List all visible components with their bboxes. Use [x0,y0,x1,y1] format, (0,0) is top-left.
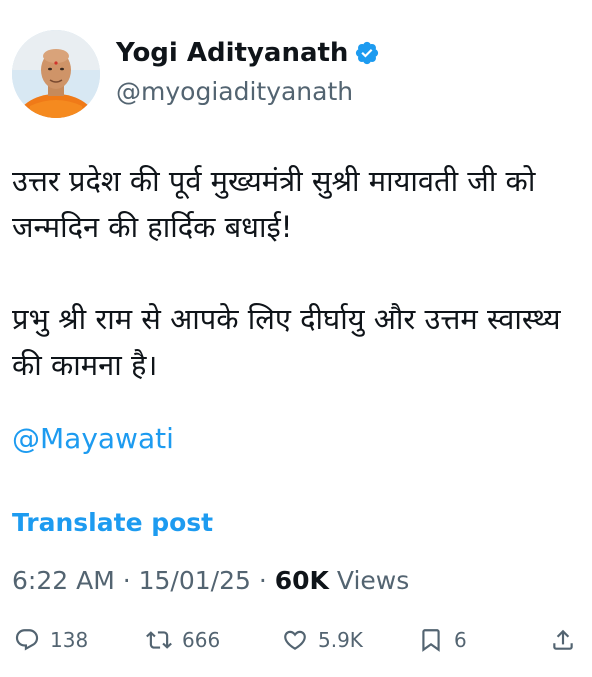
reply-icon [15,629,39,651]
reply-count: 138 [50,628,89,652]
share-button[interactable] [550,620,586,660]
repost-count: 666 [182,628,221,652]
tweet-text-paragraph-2: प्रभु श्री राम से आपके लिए दीर्घायु और उ… [12,302,561,382]
tweet-card: Yogi Adityanath @myogiadityanath उत्तर प… [0,0,592,677]
action-bar: 138 666 5.9K 6 [0,620,592,660]
like-button[interactable]: 5.9K [282,620,363,660]
tweet-date[interactable]: 15/01/25 [139,566,251,595]
author-name-text: Yogi Adityanath [116,38,349,68]
meta-separator: · [258,566,267,595]
bookmark-icon [422,629,440,652]
translate-post-link[interactable]: Translate post [12,508,213,537]
heart-icon [284,630,306,650]
tweet-meta: 6:22 AM · 15/01/25 · 60K Views [12,566,409,595]
views-count: 60K [274,566,329,595]
verified-badge-icon [354,40,380,66]
author-avatar[interactable] [12,30,100,118]
meta-separator: · [122,566,131,595]
reply-button[interactable]: 138 [14,620,88,660]
repost-button[interactable]: 666 [146,620,220,660]
author-name[interactable]: Yogi Adityanath [116,38,380,68]
author-handle[interactable]: @myogiadityanath [116,77,353,106]
tweet-text-paragraph-1: उत्तर प्रदेश की पूर्व मुख्यमंत्री सुश्री… [12,164,536,244]
share-icon [553,629,573,650]
bookmark-count: 6 [454,628,467,652]
mention-link[interactable]: @Mayawati [12,422,174,455]
repost-icon [146,631,172,649]
bookmark-button[interactable]: 6 [418,620,467,660]
tweet-time[interactable]: 6:22 AM [12,566,115,595]
views-label: Views [336,566,410,595]
avatar-image [12,30,100,118]
like-count: 5.9K [318,628,363,652]
